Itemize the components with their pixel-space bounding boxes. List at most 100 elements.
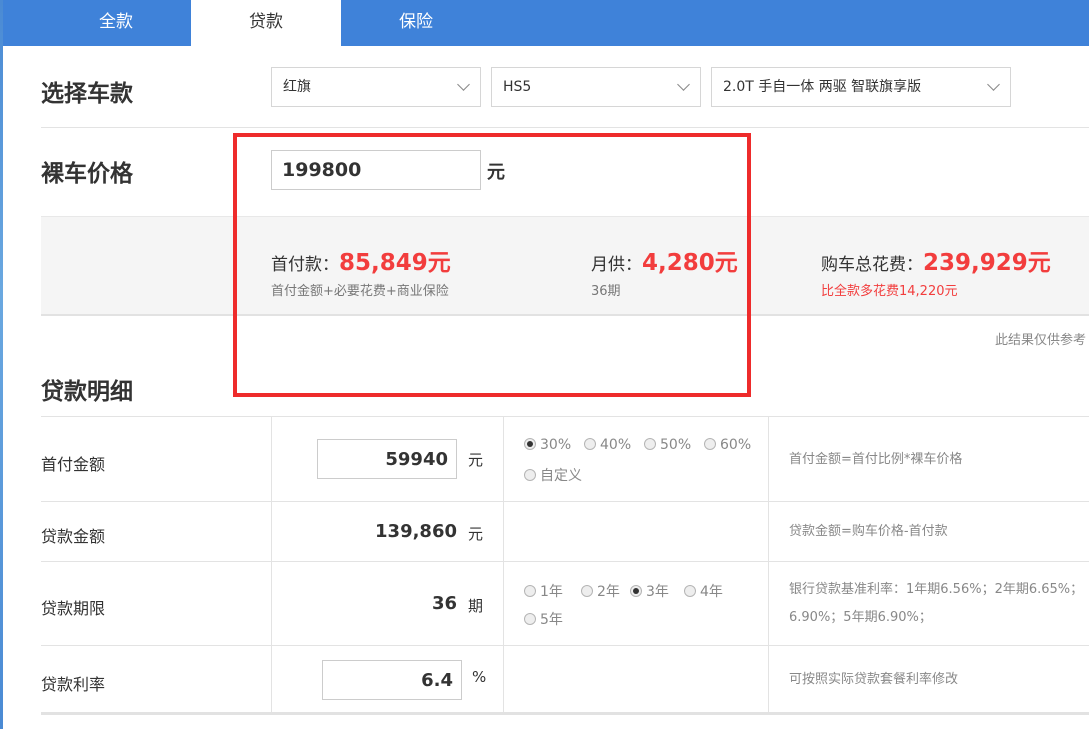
base-rate-info-line2: 6.90%；5年期6.90%； [789,610,932,625]
loan-term-option-label: 5年 [540,612,563,628]
monthly-payment-summary-note: 36期 [591,284,621,299]
loan-amount-formula: 贷款金额=购车价格-首付款 [789,524,948,539]
table-cell: 首付金额 [41,417,271,501]
radio-icon [684,585,696,597]
radio-selected-icon [630,585,642,597]
table-cell: 30% 40% 50% 60% 自定义 [503,417,768,501]
down-ratio-option-label: 自定义 [540,468,582,484]
total-cost-summary: 购车总花费：239,929元 [821,243,1051,277]
loan-term-radio-1y[interactable]: 1年 [524,581,563,601]
loan-rate-input[interactable] [322,660,462,700]
table-row-loan-amount: 贷款金额 139,860 元 贷款金额=购车价格-首付款 [41,501,1089,561]
divider [41,127,1089,128]
total-cost-summary-value: 239,929元 [923,250,1051,276]
table-cell [503,502,768,561]
radio-icon [584,438,596,450]
brand-select-value: 红旗 [283,79,311,95]
radio-selected-icon [524,438,536,450]
table-cell: 139,860 元 [271,502,503,561]
series-select-value: HS5 [503,79,532,95]
series-select[interactable]: HS5 [491,67,701,107]
total-cost-summary-note: 比全款多花费14,220元 [821,284,958,299]
loan-amount-label: 贷款金额 [41,527,106,546]
down-ratio-radio-50[interactable]: 50% [644,437,691,453]
down-ratio-radio-40[interactable]: 40% [584,437,631,453]
chevron-down-icon [987,78,1000,91]
loan-term-radio-2y[interactable]: 2年 [581,581,620,601]
down-ratio-option-label: 30% [540,437,572,453]
down-payment-unit: 元 [468,451,484,469]
total-cost-summary-label: 购车总花费： [821,255,923,275]
reference-only-note: 此结果仅供参考 [994,333,1086,348]
down-payment-formula: 首付金额=首付比例*裸车价格 [789,452,963,467]
down-ratio-option-label: 40% [600,437,632,453]
down-payment-summary-note: 首付金额+必要花费+商业保险 [271,284,449,299]
base-rate-info-line1: 银行贷款基准利率：1年期6.56%；2年期6.65%； [789,582,1084,597]
model-select-value: 2.0T 手自一体 两驱 智联旗享版 [723,79,922,95]
table-cell: 首付金额=首付比例*裸车价格 [768,417,1089,501]
down-payment-summary: 首付款：85,849元 [271,243,451,277]
model-select[interactable]: 2.0T 手自一体 两驱 智联旗享版 [711,67,1011,107]
table-cell: 银行贷款基准利率：1年期6.56%；2年期6.65%； 6.90%；5年期6.9… [768,562,1089,645]
table-row-down-payment: 首付金额 元 30% 40% 50% 60% 自定义 首付金额=首付比例*裸车价… [41,416,1089,501]
bare-price-input[interactable] [271,150,481,190]
loan-term-option-label: 2年 [597,584,620,600]
monthly-payment-summary-label: 月供： [591,255,642,275]
table-cell: % [271,646,503,713]
loan-amount-unit: 元 [468,525,484,543]
table-cell: 可按照实际贷款套餐利率修改 [768,646,1089,713]
select-car-title: 选择车款 [41,81,133,107]
brand-select[interactable]: 红旗 [271,67,481,107]
down-payment-input[interactable] [317,439,457,479]
loan-term-radio-5y[interactable]: 5年 [524,609,563,629]
table-cell: 贷款金额 [41,502,271,561]
chevron-down-icon [457,78,470,91]
radio-icon [524,613,536,625]
table-cell: 贷款期限 [41,562,271,645]
loan-detail-title: 贷款明细 [41,379,133,405]
table-cell: 贷款金额=购车价格-首付款 [768,502,1089,561]
down-ratio-radio-30[interactable]: 30% [524,437,571,453]
loan-detail-table: 首付金额 元 30% 40% 50% 60% 自定义 首付金额=首付比例*裸车价… [41,416,1089,713]
loan-rate-label: 贷款利率 [41,675,106,694]
loan-calculator-panel: 全款 贷款 保险 选择车款 红旗 HS5 2.0T 手自一体 两驱 智联旗享版 … [3,0,1089,729]
loan-amount-value: 139,860 [375,521,457,542]
down-ratio-radio-custom[interactable]: 自定义 [524,465,582,485]
tab-full-payment[interactable]: 全款 [41,0,191,46]
table-row-loan-term: 贷款期限 36 期 1年 2年 3年 4年 5年 银行贷款基准利率：1年期6.5… [41,561,1089,645]
loan-rate-hint: 可按照实际贷款套餐利率修改 [789,672,959,687]
bare-price-title: 裸车价格 [41,161,133,187]
down-ratio-option-label: 50% [660,437,692,453]
table-cell: 元 [271,417,503,501]
down-payment-summary-label: 首付款： [271,255,339,275]
loan-rate-unit: % [472,668,487,686]
monthly-payment-summary-value: 4,280元 [642,250,738,276]
down-payment-label: 首付金额 [41,455,106,474]
radio-icon [524,469,536,481]
loan-term-option-label: 4年 [700,584,723,600]
table-cell: 1年 2年 3年 4年 5年 [503,562,768,645]
loan-term-option-label: 3年 [646,584,669,600]
table-bottom-border [41,712,1089,715]
loan-term-radio-3y[interactable]: 3年 [630,581,669,601]
price-unit: 元 [487,162,505,183]
radio-icon [644,438,656,450]
table-cell [503,646,768,713]
tab-bar: 全款 贷款 保险 [3,0,1089,46]
table-cell: 36 期 [271,562,503,645]
loan-term-unit: 期 [468,597,484,615]
down-payment-summary-value: 85,849元 [339,250,451,276]
loan-term-label: 贷款期限 [41,599,106,618]
table-cell: 贷款利率 [41,646,271,713]
table-row-loan-rate: 贷款利率 % 可按照实际贷款套餐利率修改 [41,645,1089,713]
loan-term-radio-4y[interactable]: 4年 [684,581,723,601]
loan-term-value: 36 [431,593,457,614]
tab-loan[interactable]: 贷款 [191,0,341,46]
tab-insurance[interactable]: 保险 [341,0,491,46]
monthly-payment-summary: 月供：4,280元 [591,243,738,277]
down-ratio-radio-60[interactable]: 60% [704,437,751,453]
loan-summary: 首付款：85,849元 首付金额+必要花费+商业保险 月供：4,280元 36期… [41,216,1089,316]
loan-term-option-label: 1年 [540,584,563,600]
radio-icon [704,438,716,450]
radio-icon [581,585,593,597]
